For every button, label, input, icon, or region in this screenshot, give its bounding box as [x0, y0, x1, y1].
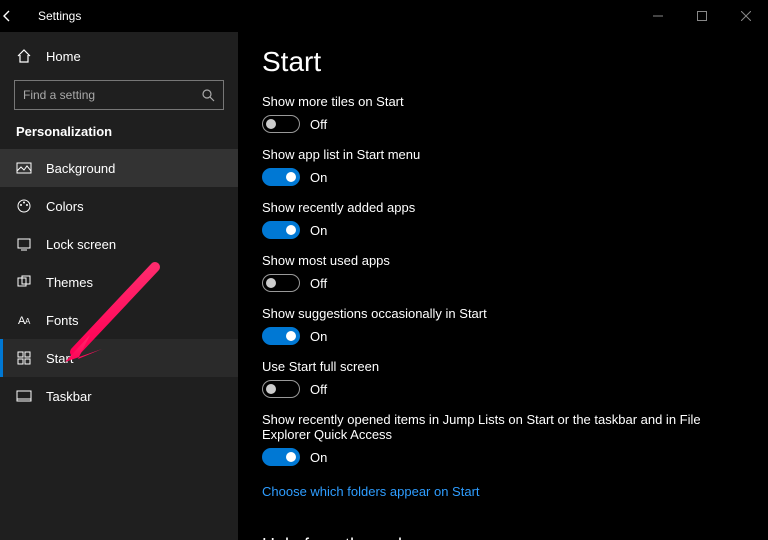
sidebar-item-colors[interactable]: Colors: [0, 187, 238, 225]
setting-recently-added: Show recently added apps On: [262, 200, 768, 239]
toggle-state: Off: [310, 276, 327, 291]
setting-full-screen: Use Start full screen Off: [262, 359, 768, 398]
setting-label: Show suggestions occasionally in Start: [262, 306, 702, 321]
lock-screen-icon: [16, 236, 32, 252]
maximize-button[interactable]: [680, 0, 724, 32]
sidebar-item-lock-screen[interactable]: Lock screen: [0, 225, 238, 263]
window-title: Settings: [32, 9, 81, 23]
home-nav[interactable]: Home: [0, 38, 238, 74]
titlebar: Settings: [0, 0, 768, 32]
setting-suggestions: Show suggestions occasionally in Start O…: [262, 306, 768, 345]
choose-folders-link[interactable]: Choose which folders appear on Start: [262, 484, 480, 499]
page-title: Start: [262, 46, 768, 78]
toggle-app-list[interactable]: [262, 168, 300, 186]
sidebar: Home Personalization Background Colors L…: [0, 32, 238, 540]
svg-text:A: A: [25, 317, 31, 326]
setting-jump-lists: Show recently opened items in Jump Lists…: [262, 412, 768, 466]
setting-label: Show recently opened items in Jump Lists…: [262, 412, 702, 442]
toggle-jump-lists[interactable]: [262, 448, 300, 466]
setting-label: Show recently added apps: [262, 200, 702, 215]
setting-label: Use Start full screen: [262, 359, 702, 374]
close-button[interactable]: [724, 0, 768, 32]
sidebar-item-start[interactable]: Start: [0, 339, 238, 377]
toggle-most-used[interactable]: [262, 274, 300, 292]
sidebar-item-label: Taskbar: [46, 389, 92, 404]
setting-label: Show more tiles on Start: [262, 94, 702, 109]
toggle-suggestions[interactable]: [262, 327, 300, 345]
toggle-state: On: [310, 223, 327, 238]
toggle-state: On: [310, 450, 327, 465]
picture-icon: [16, 160, 32, 176]
toggle-state: On: [310, 170, 327, 185]
back-button[interactable]: [0, 9, 32, 23]
toggle-full-screen[interactable]: [262, 380, 300, 398]
start-icon: [16, 350, 32, 366]
fonts-icon: AA: [16, 312, 32, 328]
minimize-button[interactable]: [636, 0, 680, 32]
sidebar-item-label: Background: [46, 161, 115, 176]
sidebar-item-fonts[interactable]: AA Fonts: [0, 301, 238, 339]
help-heading: Help from the web: [262, 535, 768, 540]
search-icon: [201, 88, 215, 102]
section-header: Personalization: [0, 120, 238, 149]
home-icon: [16, 48, 32, 64]
palette-icon: [16, 198, 32, 214]
toggle-state: Off: [310, 117, 327, 132]
toggle-more-tiles[interactable]: [262, 115, 300, 133]
themes-icon: [16, 274, 32, 290]
home-label: Home: [46, 49, 81, 64]
settings-window: Settings Home Personalization Background: [0, 0, 768, 540]
sidebar-item-background[interactable]: Background: [0, 149, 238, 187]
setting-label: Show most used apps: [262, 253, 702, 268]
setting-more-tiles: Show more tiles on Start Off: [262, 94, 768, 133]
sidebar-item-label: Themes: [46, 275, 93, 290]
taskbar-icon: [16, 388, 32, 404]
sidebar-item-label: Lock screen: [46, 237, 116, 252]
sidebar-item-taskbar[interactable]: Taskbar: [0, 377, 238, 415]
setting-app-list: Show app list in Start menu On: [262, 147, 768, 186]
setting-most-used: Show most used apps Off: [262, 253, 768, 292]
toggle-state: On: [310, 329, 327, 344]
sidebar-item-label: Fonts: [46, 313, 79, 328]
help-section: Help from the web Opening the Start menu: [262, 535, 768, 540]
search-input[interactable]: [23, 88, 201, 102]
toggle-state: Off: [310, 382, 327, 397]
content-pane: Start Show more tiles on Start Off Show …: [238, 32, 768, 540]
sidebar-item-label: Colors: [46, 199, 84, 214]
search-box[interactable]: [14, 80, 224, 110]
setting-label: Show app list in Start menu: [262, 147, 702, 162]
sidebar-item-themes[interactable]: Themes: [0, 263, 238, 301]
sidebar-item-label: Start: [46, 351, 73, 366]
toggle-recently-added[interactable]: [262, 221, 300, 239]
